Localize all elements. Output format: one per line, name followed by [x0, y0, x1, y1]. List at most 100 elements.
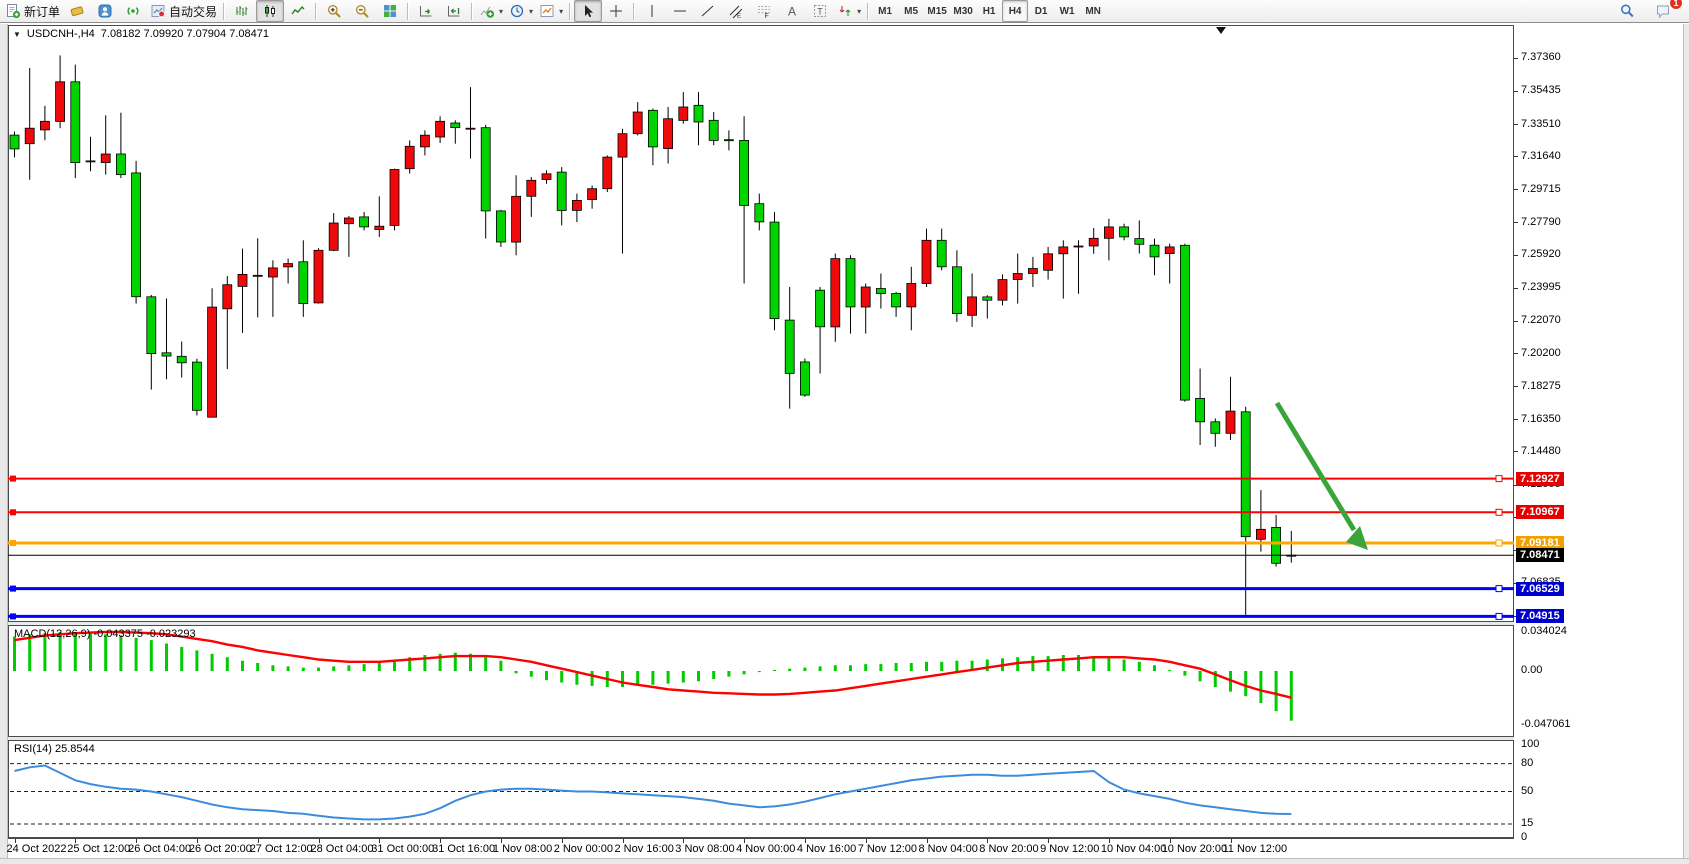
time-axis-label: 7 Nov 12:00: [858, 843, 917, 855]
rsi-label: RSI(14) 25.8544: [14, 743, 95, 755]
chart-line-button[interactable]: [284, 0, 312, 22]
price-axis[interactable]: 7.373607.354357.335107.316407.297157.277…: [1514, 25, 1683, 858]
line-handle[interactable]: [1496, 476, 1502, 482]
candle: [770, 222, 779, 319]
line-handle[interactable]: [10, 586, 16, 592]
autotrade-button[interactable]: 自动交易: [147, 0, 220, 22]
timeframe-button-w1[interactable]: W1: [1054, 0, 1080, 22]
signals-button[interactable]: [119, 0, 147, 22]
chart-bars-icon: [234, 3, 250, 19]
arrows-button[interactable]: ▾: [834, 0, 864, 22]
chart-window[interactable]: ▼ USDCNH-,H4 7.08182 7.09920 7.07904 7.0…: [0, 24, 1689, 864]
time-axis-label: 2 Nov 00:00: [554, 843, 613, 855]
chevron-down-icon[interactable]: ▾: [857, 7, 861, 16]
timeframe-button-m30[interactable]: M30: [950, 0, 976, 22]
chart-candles-button[interactable]: [256, 0, 284, 22]
label-button[interactable]: T: [806, 0, 834, 22]
candle: [603, 157, 612, 189]
timeframe-button-h1[interactable]: H1: [976, 0, 1002, 22]
chevron-down-icon[interactable]: ▾: [559, 7, 563, 16]
timeframe-button-m5[interactable]: M5: [898, 0, 924, 22]
candle: [983, 297, 992, 300]
candle: [1211, 422, 1220, 434]
rsi-pane[interactable]: [8, 740, 1514, 838]
trendline-button[interactable]: [694, 0, 722, 22]
toolbar-separator: [867, 3, 869, 20]
axis-tick: [1514, 58, 1518, 59]
candle: [162, 353, 171, 356]
svg-text:T: T: [817, 7, 823, 17]
time-axis-label: 8 Nov 20:00: [979, 843, 1038, 855]
chart-title: ▼ USDCNH-,H4 7.08182 7.09920 7.07904 7.0…: [13, 28, 269, 40]
price-chart-pane[interactable]: [8, 25, 1514, 622]
candle: [1241, 412, 1250, 537]
chart-shift-button[interactable]: [440, 0, 468, 22]
one-click-trading-toggle-icon[interactable]: ▼: [13, 30, 21, 39]
candle: [998, 280, 1007, 301]
candle: [1104, 227, 1113, 238]
line-handle[interactable]: [1496, 540, 1502, 546]
timeframe-button-m1[interactable]: M1: [872, 0, 898, 22]
timeframe-button-mn[interactable]: MN: [1080, 0, 1106, 22]
periods-button[interactable]: ▾: [506, 0, 536, 22]
indicators-icon: [479, 3, 495, 19]
line-handle[interactable]: [10, 509, 16, 515]
line-handle[interactable]: [1496, 509, 1502, 515]
indicators-button[interactable]: ▾: [476, 0, 506, 22]
fibonacci-button[interactable]: F: [750, 0, 778, 22]
price-axis-label: 7.31640: [1521, 150, 1561, 162]
price-axis-label: 7.29715: [1521, 183, 1561, 195]
tile-windows-button[interactable]: [376, 0, 404, 22]
line-handle[interactable]: [1496, 586, 1502, 592]
candle: [876, 289, 885, 294]
candle: [709, 120, 718, 140]
candle: [420, 135, 429, 147]
person-icon: [97, 3, 113, 19]
template-icon: [539, 3, 555, 19]
timeframe-button-d1[interactable]: D1: [1028, 0, 1054, 22]
hline-button[interactable]: [666, 0, 694, 22]
cursor-button[interactable]: [574, 0, 602, 22]
time-axis-label: 31 Oct 00:00: [371, 843, 434, 855]
text-button[interactable]: A: [778, 0, 806, 22]
zoom-out-button[interactable]: [348, 0, 376, 22]
crosshair-button[interactable]: [602, 0, 630, 22]
line-handle[interactable]: [10, 613, 16, 619]
templates-button[interactable]: ▾: [536, 0, 566, 22]
ohlc-values: 7.08182 7.09920 7.07904 7.08471: [101, 28, 269, 40]
window-right-edge: [1683, 24, 1689, 858]
mql5-community-button[interactable]: [91, 0, 119, 22]
zoom-in-button[interactable]: [320, 0, 348, 22]
chart-bars-button[interactable]: [228, 0, 256, 22]
hline-icon: [672, 3, 688, 19]
timeframe-button-m15[interactable]: M15: [924, 0, 950, 22]
candle: [1180, 245, 1189, 400]
price-axis-label: 7.18275: [1521, 380, 1561, 392]
vline-button[interactable]: [638, 0, 666, 22]
line-handle[interactable]: [10, 476, 16, 482]
channel-button[interactable]: E: [722, 0, 750, 22]
new-order-button[interactable]: 新订单: [2, 0, 63, 22]
time-axis-label: 28 Oct 04:00: [311, 843, 374, 855]
chat-button[interactable]: 1: [1649, 0, 1677, 22]
candle: [1150, 245, 1159, 257]
line-handle[interactable]: [10, 540, 16, 546]
price-axis-label: 7.37360: [1521, 51, 1561, 63]
axis-tick: [1514, 288, 1518, 289]
search-button[interactable]: [1613, 0, 1641, 22]
line-handle[interactable]: [1496, 613, 1502, 619]
timeframe-button-h4[interactable]: H4: [1002, 0, 1028, 22]
axis-tick: [1514, 451, 1518, 452]
price-axis-label: 7.27790: [1521, 216, 1561, 228]
chevron-down-icon[interactable]: ▾: [499, 7, 503, 16]
macd-pane[interactable]: [8, 625, 1514, 737]
chevron-down-icon[interactable]: ▾: [529, 7, 533, 16]
styler-button[interactable]: [63, 0, 91, 22]
auto-scroll-button[interactable]: [412, 0, 440, 22]
shift-icon: [446, 3, 462, 19]
candle: [1226, 411, 1235, 433]
candle: [892, 294, 901, 307]
candle: [132, 173, 141, 297]
candle: [40, 121, 49, 130]
time-axis[interactable]: 24 Oct 202225 Oct 12:0026 Oct 04:0026 Oc…: [8, 838, 1514, 858]
